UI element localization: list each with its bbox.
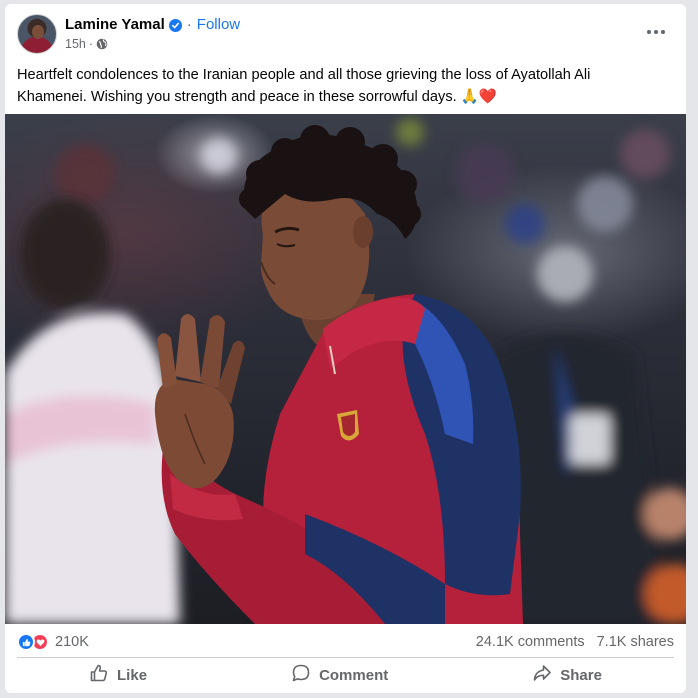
reaction-icons (17, 633, 49, 651)
comments-count[interactable]: 24.1K comments (476, 634, 585, 650)
engagement-counts: 24.1K comments 7.1K shares (476, 634, 674, 650)
thumbs-up-icon (89, 663, 109, 687)
post-photo[interactable] (5, 114, 686, 624)
post-card: Lamine Yamal · Follow 15h · Heartfelt co… (5, 4, 686, 693)
post-header: Lamine Yamal · Follow (65, 15, 240, 35)
author-name[interactable]: Lamine Yamal (65, 15, 165, 35)
divider (17, 657, 674, 658)
comment-button[interactable]: Comment (271, 659, 408, 691)
separator-dot: · (186, 16, 192, 33)
share-arrow-icon (532, 663, 552, 687)
separator-dot: · (88, 37, 94, 51)
like-button[interactable]: Like (69, 659, 167, 691)
follow-button[interactable]: Follow (197, 15, 240, 35)
share-button[interactable]: Share (512, 659, 622, 691)
post-meta: 15h · (65, 37, 108, 51)
post-caption: Heartfelt condolences to the Iranian peo… (17, 67, 591, 105)
post-time[interactable]: 15h (65, 37, 86, 51)
globe-icon (96, 38, 108, 50)
reaction-summary[interactable]: 210K (17, 633, 89, 651)
comment-bubble-icon (291, 663, 311, 687)
comment-label: Comment (319, 666, 389, 684)
post-stats: 210K 24.1K comments 7.1K shares (17, 631, 674, 653)
more-options-icon[interactable] (644, 22, 668, 42)
action-bar: Like Comment Share (17, 660, 674, 690)
like-label: Like (117, 666, 148, 684)
like-icon (17, 633, 35, 651)
author-avatar[interactable] (17, 14, 57, 54)
shares-count[interactable]: 7.1K shares (597, 634, 674, 650)
share-label: Share (560, 666, 602, 684)
verified-badge-icon (168, 18, 182, 32)
reaction-count: 210K (55, 634, 89, 650)
